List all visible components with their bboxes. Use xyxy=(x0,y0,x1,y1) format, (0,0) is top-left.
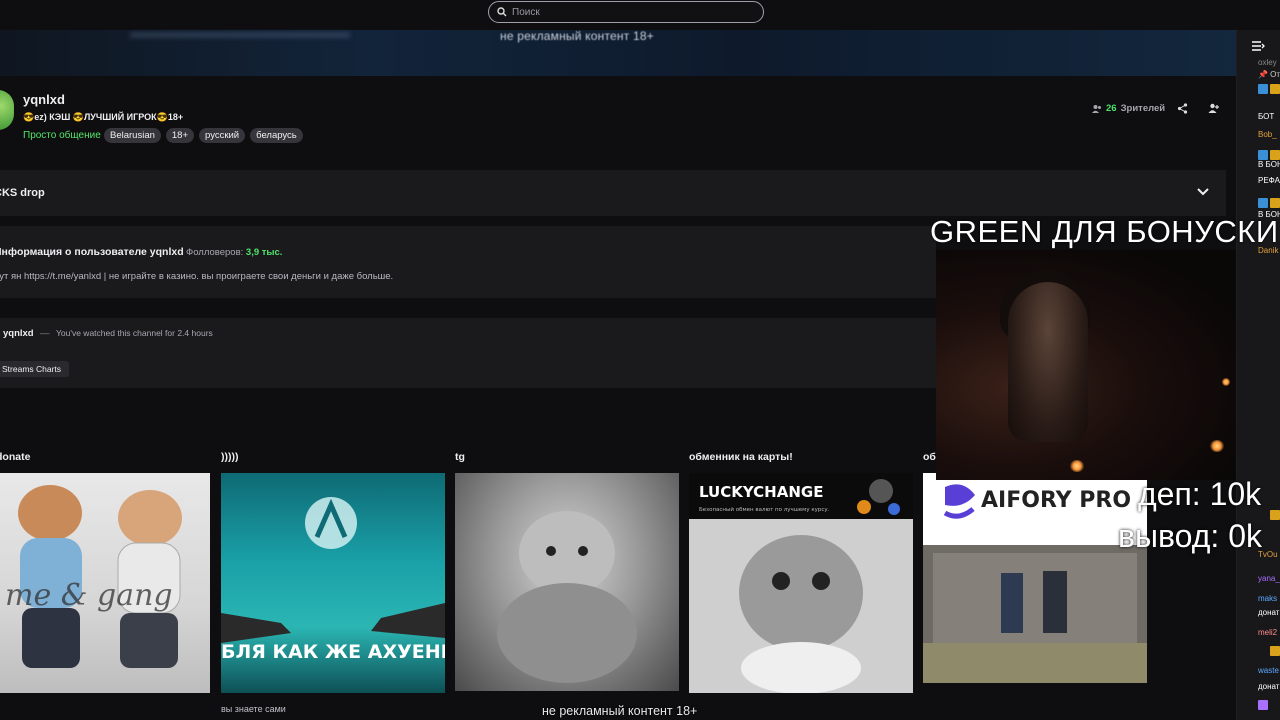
tag-belarusian[interactable]: Belarusian xyxy=(104,128,161,143)
chat-message-line: Bob_ xyxy=(1258,130,1277,139)
chat-message-line: meli2 xyxy=(1258,628,1278,637)
card-image-donate[interactable]: me & gang xyxy=(0,473,210,693)
watch-time-text: You've watched this channel for 2.4 hour… xyxy=(56,328,213,338)
followers-label: Фолловеров: xyxy=(186,247,244,258)
luckychange-ad: LUCKYCHANGE Безопасный обмен валют по лу… xyxy=(689,473,913,693)
chat-message-line: БОТ xyxy=(1258,112,1275,121)
stream-page: { "search": {"placeholder": "Поиск"}, "b… xyxy=(0,0,1280,720)
candle-light xyxy=(1222,378,1230,386)
card-image-subtext: Безопасный обмен валют по лучшему курсу. xyxy=(699,506,830,513)
overlay-bonus-text: GREEN ДЛЯ БОНУСКИ xyxy=(930,214,1279,249)
card-title-donate: donate xyxy=(0,451,31,463)
watch-channel-name: yqnlxd xyxy=(3,328,34,339)
about-title: Информация о пользователе yqnlxd xyxy=(0,246,184,258)
chat-message-line: waste xyxy=(1258,666,1279,675)
drops-panel[interactable] xyxy=(0,170,1226,216)
tag-belarus[interactable]: беларусь xyxy=(250,128,303,143)
tag-russian[interactable]: русский xyxy=(199,128,246,143)
candle-light xyxy=(1070,460,1084,472)
viewer-count-label: Зрителей xyxy=(1120,103,1166,114)
tag-list: Belarusian 18+ русский беларусь xyxy=(104,128,303,143)
followers-count: Фолловеров: 3,9 тыс. xyxy=(186,247,282,258)
chat-message-line: донат xyxy=(1258,682,1280,691)
followers-value: 3,9 тыс. xyxy=(245,247,283,258)
chat-badge-icon xyxy=(1270,510,1280,520)
card-image-aifory[interactable]: AIFORY PRO xyxy=(923,473,1147,683)
chat-message-line: донат xyxy=(1258,608,1280,617)
chat-badge-icon xyxy=(1258,198,1268,208)
banner-text: не рекламный контент 18+ xyxy=(500,29,654,43)
overlay-withdraw-text: вывод: 0k xyxy=(1118,518,1262,554)
overlay-disclaimer-text: не рекламный контент 18+ xyxy=(542,704,698,718)
card-subtitle-vpn: вы знаете сами xyxy=(221,704,286,714)
chat-badge-icon xyxy=(1270,150,1280,160)
stream-title: 😎ez) КЭШ 😎ЛУЧШИЙ ИГРОК😎18+ xyxy=(23,112,184,122)
follow-user-icon[interactable] xyxy=(1208,103,1219,114)
chat-badge-icon xyxy=(1270,84,1280,94)
candle-light xyxy=(1210,440,1224,452)
card-title-aifory: об xyxy=(923,451,936,463)
cats-illustration: me & gang xyxy=(5,485,182,668)
overlay-deposit-text: деп: 10k xyxy=(1138,476,1262,512)
drops-label: CKS drop xyxy=(0,187,45,199)
viewer-count-number: 26 xyxy=(1106,103,1117,114)
card-image-text: AIFORY PRO xyxy=(981,488,1131,513)
chat-badge-icon xyxy=(1258,150,1268,160)
card-title-exchange: обменник на карты! xyxy=(689,451,793,463)
banner-blur xyxy=(130,32,350,38)
about-panel xyxy=(0,226,936,298)
card-title-tg: tg xyxy=(455,451,465,463)
collapse-chat-icon[interactable] xyxy=(1250,40,1266,52)
chat-message-line: maks xyxy=(1258,594,1278,603)
viewer-count: 26 Зрителей xyxy=(1092,103,1165,114)
chat-badge-icon xyxy=(1258,700,1268,710)
category-link[interactable]: Просто общение xyxy=(23,130,101,141)
share-icon[interactable] xyxy=(1177,103,1188,114)
tag-18plus[interactable]: 18+ xyxy=(165,128,195,143)
card-image-tg[interactable] xyxy=(455,473,679,691)
cat-photo xyxy=(497,511,637,683)
chat-badge-icon xyxy=(1270,198,1280,208)
channel-name[interactable]: yqnlxd xyxy=(23,92,65,107)
chat-message-line: yana_ xyxy=(1258,574,1280,583)
card-image-exchange[interactable]: LUCKYCHANGE Безопасный обмен валют по лу… xyxy=(689,473,913,693)
viewers-icon xyxy=(1092,104,1101,113)
chat-message-line: В БОН xyxy=(1258,160,1280,169)
watch-separator: — xyxy=(40,328,50,339)
chat-badge-icon xyxy=(1270,646,1280,656)
chat-badge-icon xyxy=(1258,84,1268,94)
search-box[interactable] xyxy=(488,1,764,23)
card-image-text: me & gang xyxy=(5,578,173,613)
about-description: нут ян https://t.me/yanlxd | не играйте … xyxy=(0,271,394,282)
card-title-vpn: ))))) xyxy=(221,451,239,463)
search-input[interactable] xyxy=(512,6,742,18)
streams-charts-button[interactable]: Streams Charts xyxy=(0,361,70,377)
chat-message-line: oxley xyxy=(1258,58,1277,67)
chevron-down-icon[interactable] xyxy=(1196,186,1210,198)
card-image-text: БЛЯ КАК ЖЕ АХУЕННО ANORA VPN xyxy=(221,641,445,663)
search-icon xyxy=(497,7,507,17)
chat-message-line: РЕФА xyxy=(1258,176,1280,185)
vpn-illustration: БЛЯ КАК ЖЕ АХУЕННО ANORA VPN xyxy=(221,497,445,663)
avatar[interactable] xyxy=(0,90,14,130)
card-image-vpn[interactable]: БЛЯ КАК ЖЕ АХУЕННО ANORA VPN xyxy=(221,473,445,693)
webcam-person xyxy=(1008,282,1088,442)
chat-message-line: 📌 Отк xyxy=(1258,70,1280,79)
card-image-text: LUCKYCHANGE xyxy=(699,483,823,501)
aifory-ad: AIFORY PRO xyxy=(923,484,1147,683)
